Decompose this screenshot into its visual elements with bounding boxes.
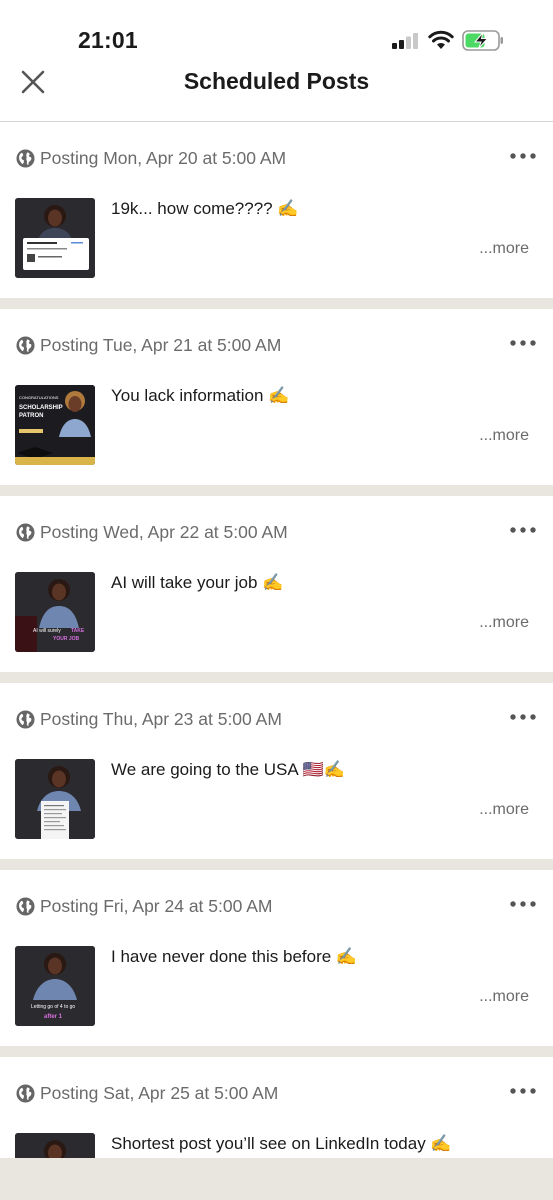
post-schedule-time: Posting Wed, Apr 22 at 5:00 AM [40,521,288,542]
post-schedule: Posting Sat, Apr 25 at 5:00 AM [16,1082,278,1104]
more-link[interactable]: ...more [479,240,529,258]
thumb-caption: CONGRATULATIONS [19,395,59,400]
post-schedule: Posting Wed, Apr 22 at 5:00 AM [16,521,288,543]
post-schedule-time: Posting Fri, Apr 24 at 5:00 AM [40,895,273,916]
page-title: Scheduled Posts [183,68,370,94]
thumb-caption: Letting go of 4 to go [31,1004,75,1010]
more-options-icon[interactable] [509,150,537,162]
scheduled-post-card[interactable]: Posting Wed, Apr 22 at 5:00 AM AI will s… [0,496,553,672]
post-thumbnail[interactable]: CONGRATULATIONS SCHOLARSHIP PATRON [15,385,95,465]
wifi-icon [428,30,454,49]
post-thumbnail[interactable] [15,198,95,278]
post-schedule-time: Posting Sat, Apr 25 at 5:00 AM [40,1082,279,1103]
more-options-icon[interactable] [509,337,537,349]
post-thumbnail[interactable]: Letting go of 4 to go after 1 [15,946,95,1026]
status-bar: 21:01 [0,0,553,62]
globe-icon [16,709,35,729]
thumb-caption: PATRON [19,413,43,419]
post-thumbnail[interactable]: AI will surely TAKE YOUR JOB [15,572,95,652]
post-schedule-time: Posting Mon, Apr 20 at 5:00 AM [40,147,287,168]
post-schedule: Posting Tue, Apr 21 at 5:00 AM [16,334,281,356]
more-link[interactable]: ...more [479,801,529,819]
post-schedule: Posting Mon, Apr 20 at 5:00 AM [16,147,286,169]
scheduled-post-card[interactable]: Posting Fri, Apr 24 at 5:00 AM Letting g… [0,870,553,1046]
more-options-icon[interactable] [509,1085,537,1097]
post-schedule-time: Posting Tue, Apr 21 at 5:00 AM [40,334,282,355]
globe-icon [16,1083,35,1103]
more-options-icon[interactable] [509,524,537,536]
globe-icon [16,335,35,355]
header: Scheduled Posts [0,62,553,122]
post-text: 19k... how come???? ✍️ [111,199,299,218]
thumb-caption: SCHOLARSHIP [19,405,63,411]
more-options-icon[interactable] [509,711,537,723]
post-schedule: Posting Fri, Apr 24 at 5:00 AM [16,895,272,917]
globe-icon [16,522,35,542]
globe-icon [16,896,35,916]
post-text: AI will take your job ✍️ [111,573,284,592]
post-text: We are going to the USA 🇺🇸✍️ [111,760,345,779]
scheduled-post-card[interactable]: Posting Thu, Apr 23 at 5:00 AM We are go… [0,683,553,859]
thumb-caption: AI will surely [33,628,61,634]
post-text: I have never done this before ✍️ [111,947,358,966]
post-text: Shortest post you’ll see on LinkedIn tod… [111,1134,452,1153]
more-link[interactable]: ...more [479,614,529,632]
bottom-bar [0,1158,553,1200]
thumb-caption: TAKE [71,628,85,634]
globe-icon [16,148,35,168]
post-thumbnail[interactable] [15,759,95,839]
more-options-icon[interactable] [509,898,537,910]
post-thumbnail[interactable] [15,1133,95,1158]
scheduled-post-card[interactable]: Posting Mon, Apr 20 at 5:00 AM 19k... ho… [0,122,553,298]
more-link[interactable]: ...more [479,427,529,445]
scheduled-post-card[interactable]: Posting Sat, Apr 25 at 5:00 AM Shortest … [0,1057,553,1158]
thumb-caption: YOUR JOB [53,636,80,642]
post-schedule: Posting Thu, Apr 23 at 5:00 AM [16,708,282,730]
status-time: 21:01 [78,27,138,53]
cellular-signal-icon [392,33,418,49]
battery-charging-icon [462,30,503,51]
more-link[interactable]: ...more [479,988,529,1006]
post-schedule-time: Posting Thu, Apr 23 at 5:00 AM [40,708,282,729]
thumb-caption: after 1 [44,1014,63,1020]
post-text: You lack information ✍️ [111,386,290,405]
scheduled-post-card[interactable]: Posting Tue, Apr 21 at 5:00 AM CONGRATUL… [0,309,553,485]
